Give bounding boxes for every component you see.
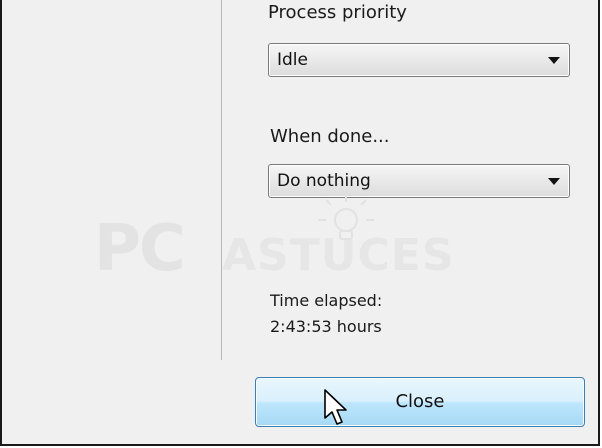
close-button[interactable]: Close: [255, 377, 585, 427]
when-done-value: Do nothing: [277, 171, 371, 191]
process-priority-value: Idle: [277, 50, 308, 70]
mouse-pointer-icon: [324, 389, 347, 425]
when-done-select[interactable]: Do nothing: [268, 164, 570, 198]
dialog-window: , y Process priority Idle When done... D…: [0, 0, 602, 448]
chevron-down-icon: [548, 57, 560, 64]
chevron-down-icon: [548, 178, 560, 185]
process-priority-select[interactable]: Idle: [268, 43, 570, 77]
when-done-label: When done...: [270, 126, 390, 147]
process-priority-label: Process priority: [268, 2, 407, 23]
time-elapsed-value: 2:43:53 hours: [270, 317, 382, 336]
close-button-label: Close: [395, 391, 445, 412]
time-elapsed-label: Time elapsed:: [270, 291, 383, 310]
left-pane: [2, 0, 220, 360]
